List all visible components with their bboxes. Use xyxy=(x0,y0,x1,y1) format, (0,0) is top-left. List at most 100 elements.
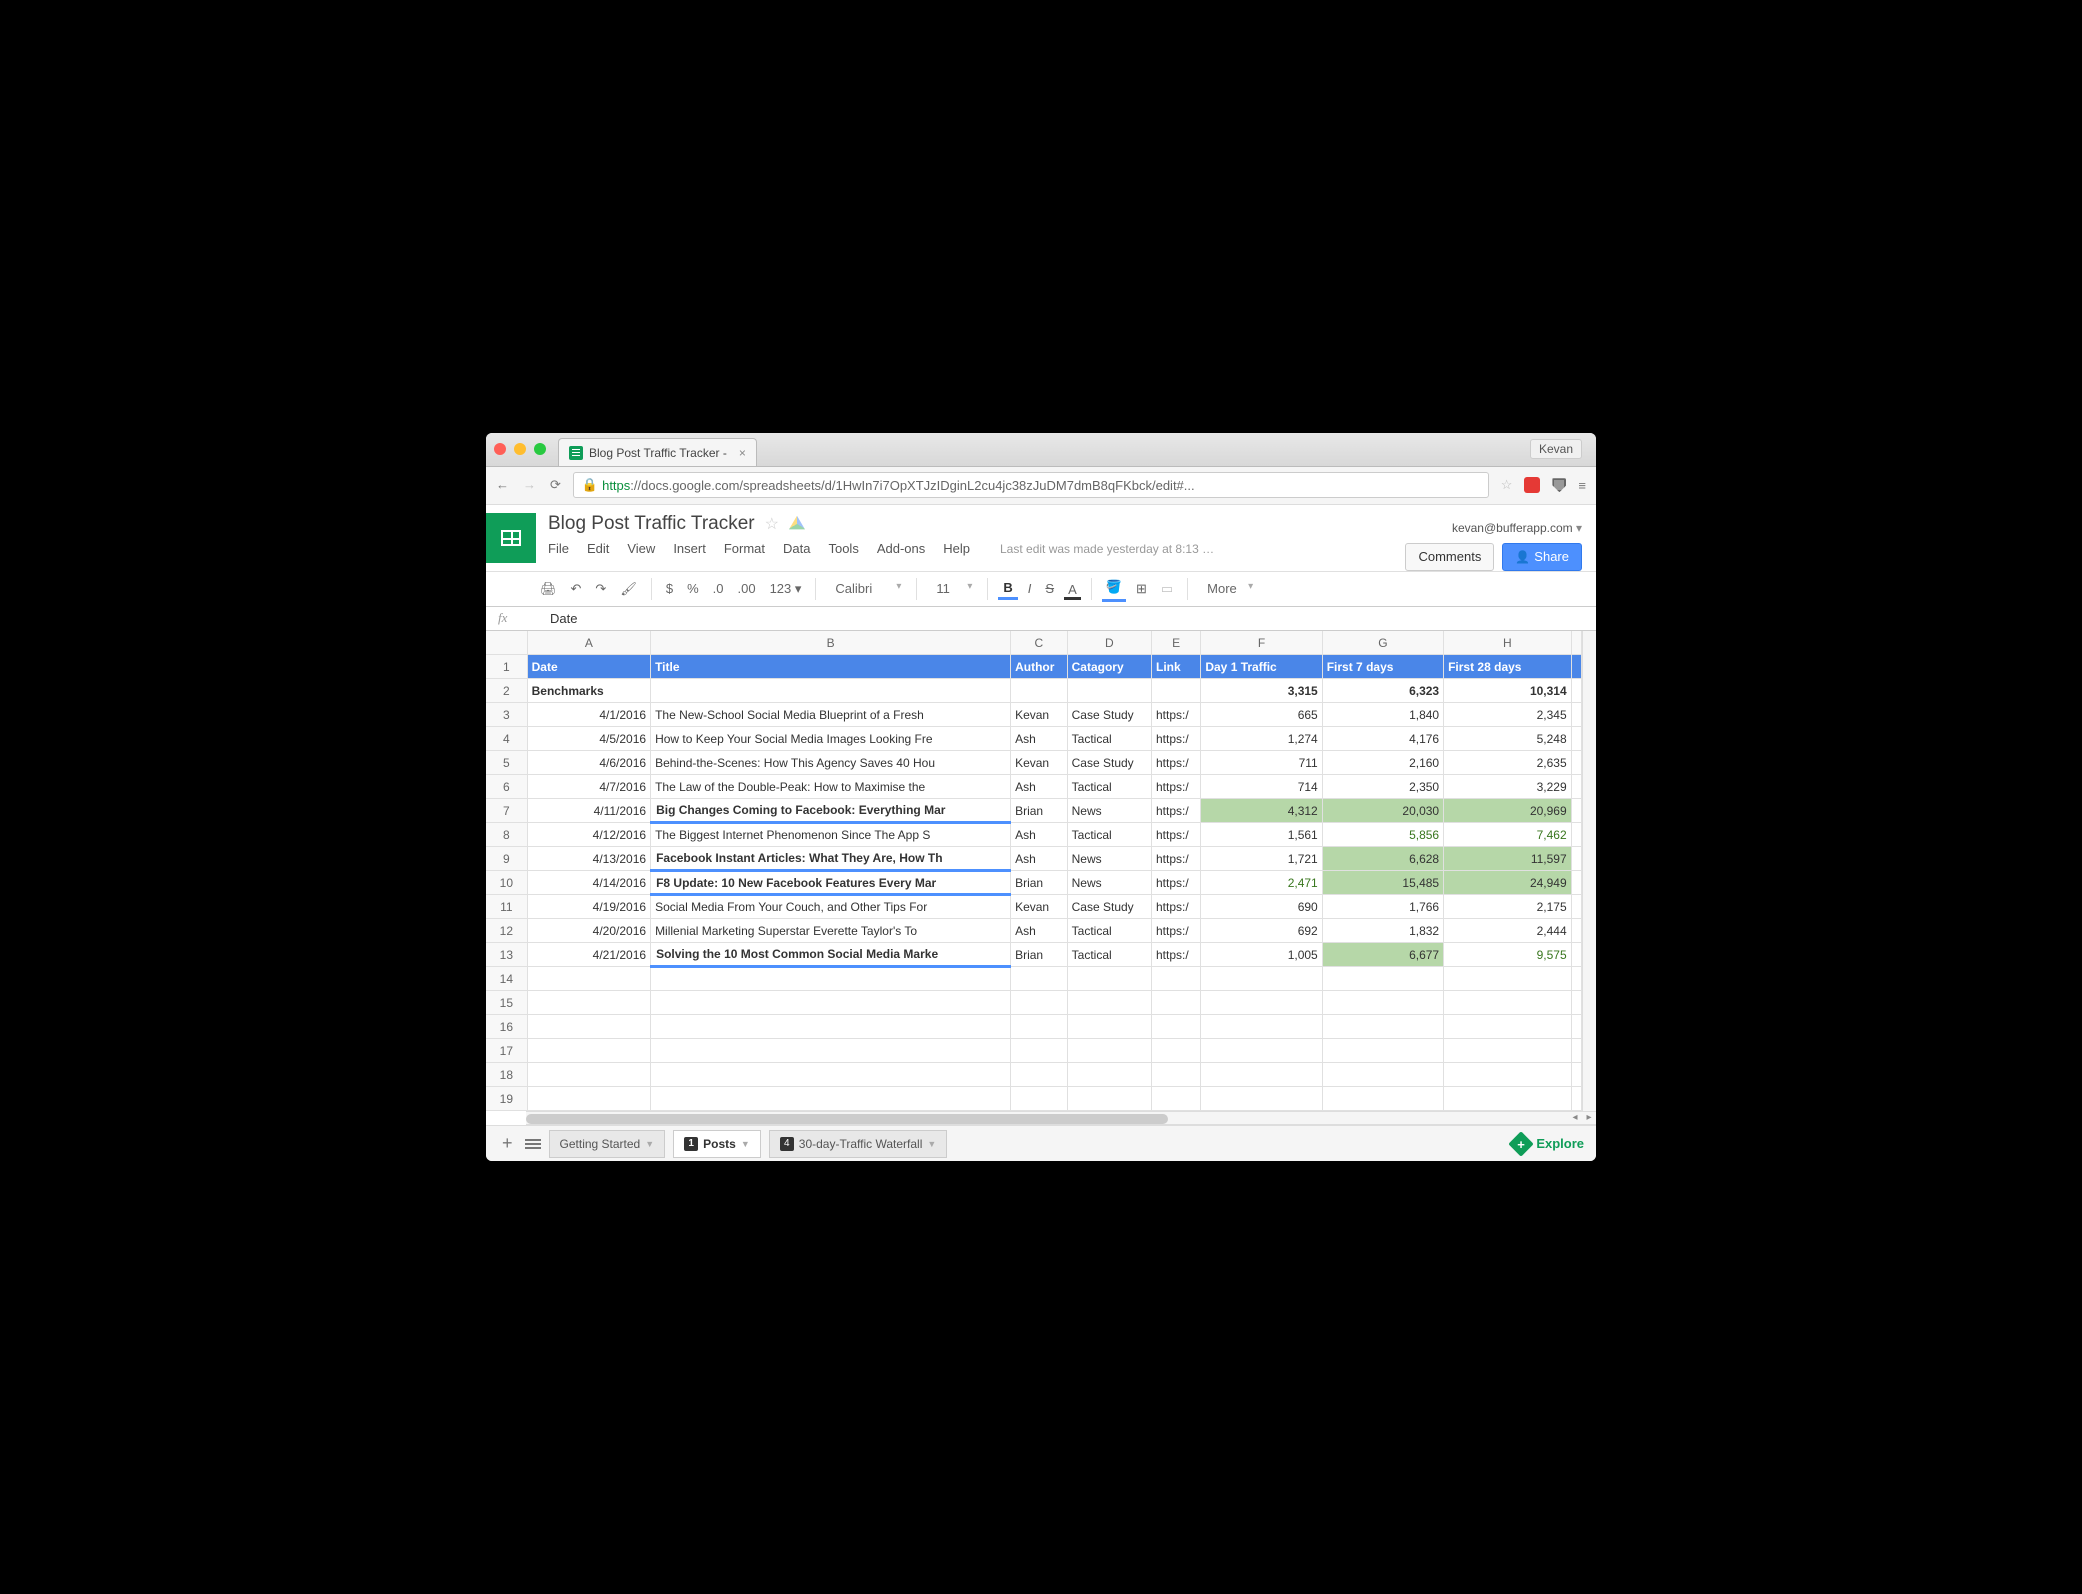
increase-decimal-icon[interactable]: .00 xyxy=(733,577,759,600)
row-head[interactable]: 12 xyxy=(486,919,527,943)
cell[interactable]: Facebook Instant Articles: What They Are… xyxy=(651,847,1011,871)
menu-edit[interactable]: Edit xyxy=(587,541,609,556)
cell[interactable]: 4/11/2016 xyxy=(527,799,650,823)
col-F[interactable]: F xyxy=(1201,631,1322,655)
cell[interactable]: 4/5/2016 xyxy=(527,727,650,751)
cell[interactable] xyxy=(1011,1039,1068,1063)
cell[interactable]: Behind-the-Scenes: How This Agency Saves… xyxy=(651,751,1011,775)
row-head-1[interactable]: 1 xyxy=(486,655,527,679)
cell[interactable] xyxy=(527,1087,650,1111)
cell[interactable] xyxy=(1571,895,1581,919)
cell[interactable] xyxy=(651,1015,1011,1039)
cell[interactable] xyxy=(651,967,1011,991)
cell[interactable]: 711 xyxy=(1201,751,1322,775)
cell[interactable]: 7,462 xyxy=(1444,823,1572,847)
cell[interactable]: Case Study xyxy=(1067,703,1151,727)
cell[interactable] xyxy=(1201,1087,1322,1111)
cell[interactable]: https:/ xyxy=(1151,703,1200,727)
cell[interactable] xyxy=(651,991,1011,1015)
reload-button[interactable]: ⟳ xyxy=(550,477,561,493)
col-G[interactable]: G xyxy=(1322,631,1443,655)
cell[interactable]: Benchmarks xyxy=(527,679,650,703)
cell[interactable]: 4/21/2016 xyxy=(527,943,650,967)
cell[interactable] xyxy=(1571,967,1581,991)
cell[interactable]: Ash xyxy=(1011,823,1068,847)
cell[interactable] xyxy=(1322,1015,1443,1039)
cell[interactable]: 10,314 xyxy=(1444,679,1572,703)
cell[interactable]: Tactical xyxy=(1067,919,1151,943)
cell[interactable]: Tactical xyxy=(1067,727,1151,751)
forward-button[interactable]: → xyxy=(523,477,536,493)
cell[interactable] xyxy=(1151,991,1200,1015)
select-all-cell[interactable] xyxy=(486,631,527,655)
cell[interactable] xyxy=(1571,799,1581,823)
font-select[interactable]: Calibri xyxy=(826,576,906,601)
cell[interactable]: The Law of the Double-Peak: How to Maxim… xyxy=(651,775,1011,799)
browser-tab[interactable]: Blog Post Traffic Tracker - × xyxy=(558,438,757,466)
comments-button[interactable]: Comments xyxy=(1405,543,1494,571)
cell[interactable]: 714 xyxy=(1201,775,1322,799)
cell[interactable] xyxy=(1571,655,1581,679)
sheets-logo-icon[interactable] xyxy=(486,513,536,563)
cell[interactable]: https:/ xyxy=(1151,919,1200,943)
cell[interactable] xyxy=(1571,1087,1581,1111)
back-button[interactable]: ← xyxy=(496,477,509,493)
cell[interactable]: 1,766 xyxy=(1322,895,1443,919)
cell[interactable]: Millenial Marketing Superstar Everette T… xyxy=(651,919,1011,943)
more-formats-icon[interactable]: 123 ▾ xyxy=(766,577,806,601)
close-window-icon[interactable] xyxy=(494,443,506,455)
cell[interactable]: 1,840 xyxy=(1322,703,1443,727)
cell[interactable]: 2,345 xyxy=(1444,703,1572,727)
cell[interactable]: 692 xyxy=(1201,919,1322,943)
row-head[interactable]: 17 xyxy=(486,1039,527,1063)
cell[interactable] xyxy=(1571,943,1581,967)
cell[interactable]: 2,160 xyxy=(1322,751,1443,775)
cell[interactable]: 665 xyxy=(1201,703,1322,727)
menu-insert[interactable]: Insert xyxy=(673,541,706,556)
row-head[interactable]: 10 xyxy=(486,871,527,895)
menu-tools[interactable]: Tools xyxy=(828,541,858,556)
cell[interactable]: 5,248 xyxy=(1444,727,1572,751)
cell[interactable]: Kevan xyxy=(1011,703,1068,727)
cell[interactable]: 4/13/2016 xyxy=(527,847,650,871)
menu-help[interactable]: Help xyxy=(943,541,970,556)
decrease-decimal-icon[interactable]: .0 xyxy=(709,577,728,600)
cell[interactable] xyxy=(1322,967,1443,991)
cell[interactable]: 1,721 xyxy=(1201,847,1322,871)
account-label[interactable]: kevan@bufferapp.com xyxy=(1452,521,1582,535)
strikethrough-button[interactable]: S xyxy=(1041,577,1058,600)
cell[interactable] xyxy=(1322,991,1443,1015)
cell[interactable]: https:/ xyxy=(1151,847,1200,871)
cell[interactable] xyxy=(1067,991,1151,1015)
cell[interactable] xyxy=(1201,1015,1322,1039)
cell[interactable]: Date xyxy=(527,655,650,679)
cell[interactable] xyxy=(1571,919,1581,943)
cell[interactable]: https:/ xyxy=(1151,823,1200,847)
row-head[interactable]: 5 xyxy=(486,751,527,775)
cell[interactable] xyxy=(1571,847,1581,871)
cell[interactable]: F8 Update: 10 New Facebook Features Ever… xyxy=(651,871,1011,895)
cell[interactable] xyxy=(1571,823,1581,847)
col-D[interactable]: D xyxy=(1067,631,1151,655)
print-icon[interactable]: 🖨 xyxy=(536,577,561,601)
cell[interactable]: Social Media From Your Couch, and Other … xyxy=(651,895,1011,919)
cell[interactable] xyxy=(1571,727,1581,751)
cell[interactable] xyxy=(1011,1087,1068,1111)
cell[interactable]: Big Changes Coming to Facebook: Everythi… xyxy=(651,799,1011,823)
cell[interactable]: 4,312 xyxy=(1201,799,1322,823)
cell[interactable]: Ash xyxy=(1011,919,1068,943)
cell[interactable] xyxy=(1444,1039,1572,1063)
cell[interactable] xyxy=(1322,1087,1443,1111)
cell[interactable]: Brian xyxy=(1011,943,1068,967)
cell[interactable]: 15,485 xyxy=(1322,871,1443,895)
cell[interactable] xyxy=(1011,967,1068,991)
cell[interactable]: Kevan xyxy=(1011,895,1068,919)
cell[interactable]: 2,444 xyxy=(1444,919,1572,943)
cell[interactable] xyxy=(651,1039,1011,1063)
cell[interactable]: 11,597 xyxy=(1444,847,1572,871)
drive-icon[interactable] xyxy=(789,516,805,532)
col-A[interactable]: A xyxy=(527,631,650,655)
cell[interactable]: 2,635 xyxy=(1444,751,1572,775)
cell[interactable] xyxy=(1322,1039,1443,1063)
col-C[interactable]: C xyxy=(1011,631,1068,655)
